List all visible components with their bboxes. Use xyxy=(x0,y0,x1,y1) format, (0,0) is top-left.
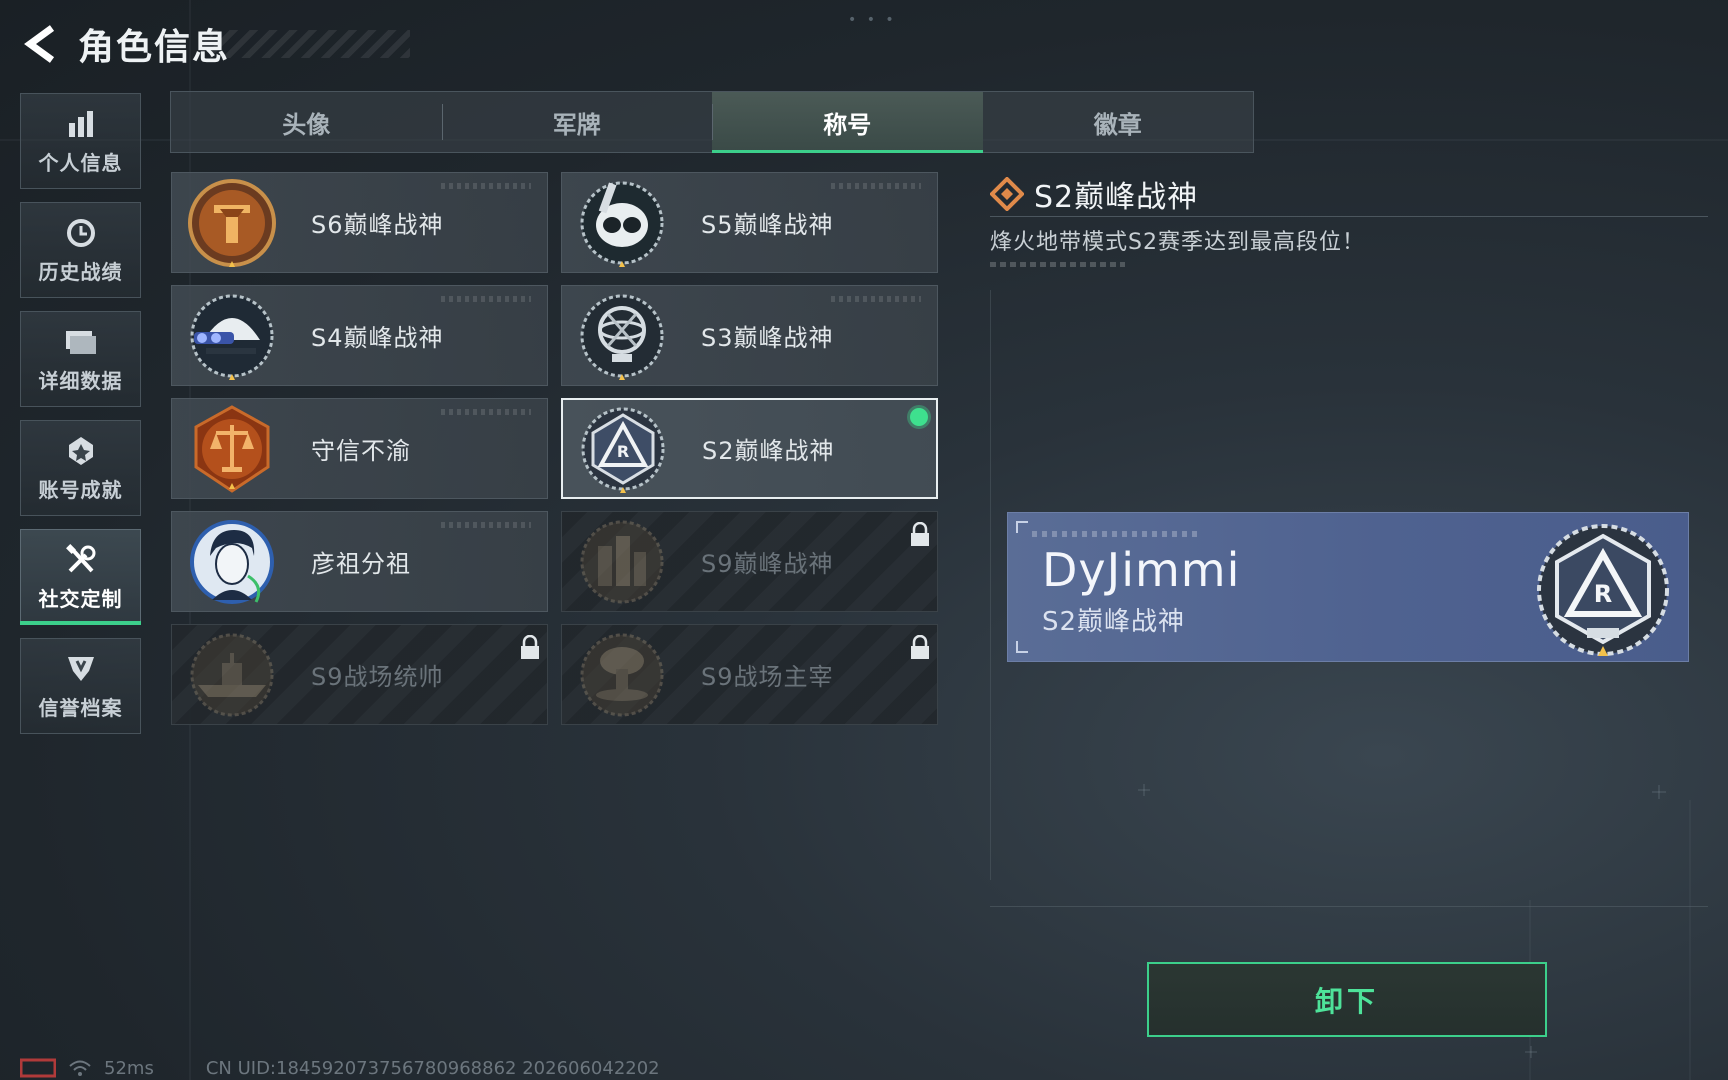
card-decoration xyxy=(441,183,531,189)
lock-icon xyxy=(911,522,929,546)
sidebar-item-label: 详细数据 xyxy=(38,368,123,393)
nameplate-preview: DyJimmi S2巅峰战神 R xyxy=(1007,512,1689,662)
back-button[interactable] xyxy=(20,22,60,66)
title-name: 守信不渝 xyxy=(311,437,411,465)
ping-text: 52ms xyxy=(104,1057,154,1079)
diamond-title-icon xyxy=(990,177,1024,211)
sidebar: 个人信息 历史战绩 详细数据 账号成就 社交定制 信誉档案 xyxy=(20,93,143,747)
title-card-s9-dominator[interactable]: S9战场主宰 xyxy=(561,624,938,725)
title-name: S4巅峰战神 xyxy=(311,324,444,352)
sidebar-item-achievements[interactable]: 账号成就 xyxy=(20,420,141,516)
description-decoration xyxy=(990,262,1125,267)
s4-badge-icon xyxy=(190,294,274,380)
back-arrow-icon xyxy=(24,25,55,63)
title-card-s9-commander[interactable]: S9战场统帅 xyxy=(171,624,548,725)
detail-divider xyxy=(990,216,1708,217)
scales-badge-icon xyxy=(194,404,270,493)
uid-text: CN UID:18459207375678096886​2 2026060422… xyxy=(205,1057,660,1079)
card-decoration xyxy=(441,522,531,528)
title-card-s5[interactable]: S5巅峰战神 xyxy=(561,172,938,273)
header: 角色信息 xyxy=(20,20,230,68)
sidebar-item-label: 信誉档案 xyxy=(38,695,123,720)
card-decoration xyxy=(831,183,921,189)
nameplate-title: S2巅峰战神 xyxy=(1042,607,1186,637)
sidebar-item-detail-data[interactable]: 详细数据 xyxy=(20,311,141,407)
s9-city-badge-icon xyxy=(580,520,664,603)
achievement-icon xyxy=(64,434,98,468)
sidebar-item-personal-info[interactable]: 个人信息 xyxy=(20,93,141,189)
s2-badge-icon: R xyxy=(581,407,665,493)
title-name: S6巅峰战神 xyxy=(311,211,444,239)
device-icon xyxy=(20,1058,56,1078)
sidebar-item-label: 账号成就 xyxy=(38,477,123,502)
tab-dog-tag[interactable]: 军牌 xyxy=(441,92,713,152)
title-card-s6[interactable]: S6巅峰战神 xyxy=(171,172,548,273)
credit-shield-icon xyxy=(64,652,98,686)
tools-icon xyxy=(64,543,98,577)
title-card-portrait[interactable]: 彦祖分祖 xyxy=(171,511,548,612)
tab-badge[interactable]: 徽章 xyxy=(983,92,1254,152)
sidebar-item-label: 个人信息 xyxy=(38,150,123,175)
folder-icon xyxy=(64,325,98,359)
status-bar: 52ms CN UID:18459207375678096886​2 20260… xyxy=(20,1056,660,1080)
title-stripes-decoration xyxy=(210,30,410,58)
svg-text:R: R xyxy=(1594,580,1612,608)
lock-icon xyxy=(911,635,929,659)
sidebar-item-label: 历史战绩 xyxy=(38,259,123,284)
title-card-trustworthy[interactable]: 守信不渝 xyxy=(171,398,548,499)
title-name: S3巅峰战神 xyxy=(701,324,834,352)
wifi-icon xyxy=(69,1060,91,1076)
page-title: 角色信息 xyxy=(78,27,231,68)
card-decoration xyxy=(831,296,921,302)
tab-avatar[interactable]: 头像 xyxy=(171,92,442,152)
detail-description: 烽火地带模式S2赛季达到最高段位！ xyxy=(990,230,1365,255)
sidebar-item-credit-record[interactable]: 信誉档案 xyxy=(20,638,141,734)
bottom-divider xyxy=(990,906,1708,907)
detail-header: S2巅峰战神 xyxy=(990,172,1198,216)
title-grid: S6巅峰战神 S5巅峰战神 S4巅峰战神 S3巅峰战神 守信不渝 R S2巅峰战… xyxy=(171,172,939,725)
title-name: S9战场主宰 xyxy=(701,663,834,691)
s9-ship-badge-icon xyxy=(190,633,274,716)
portrait-badge-icon xyxy=(190,519,274,604)
player-name: DyJimmi xyxy=(1042,543,1241,597)
equipped-indicator xyxy=(910,408,928,426)
category-tabs: 头像 军牌 称号 徽章 xyxy=(170,91,1254,153)
title-name: S9巅峰战神 xyxy=(701,550,834,578)
s9-nuke-badge-icon xyxy=(580,633,664,716)
s5-badge-icon xyxy=(580,181,664,267)
history-clock-icon xyxy=(64,216,98,250)
s2-badge-large-icon: R xyxy=(1537,524,1669,656)
svg-text:R: R xyxy=(617,442,629,461)
title-card-s3[interactable]: S3巅峰战神 xyxy=(561,285,938,386)
top-dots-decoration: • • • xyxy=(848,12,897,28)
sidebar-item-history[interactable]: 历史战绩 xyxy=(20,202,141,298)
s6-badge-icon xyxy=(188,178,276,267)
tab-title[interactable]: 称号 xyxy=(712,92,983,153)
title-card-s2[interactable]: R S2巅峰战神 xyxy=(561,398,938,499)
detail-title: S2巅峰战神 xyxy=(1034,180,1199,215)
corner-bracket xyxy=(1016,641,1028,653)
sidebar-item-label: 社交定制 xyxy=(38,586,123,611)
title-name: S2巅峰战神 xyxy=(702,437,835,465)
nameplate-decoration xyxy=(1032,531,1202,537)
title-name: S5巅峰战神 xyxy=(701,211,834,239)
title-card-s4[interactable]: S4巅峰战神 xyxy=(171,285,548,386)
card-decoration xyxy=(441,296,531,302)
bar-chart-icon xyxy=(64,107,98,141)
card-decoration xyxy=(441,409,531,415)
s3-badge-icon xyxy=(580,294,664,380)
corner-bracket xyxy=(1016,521,1028,533)
sidebar-item-social-custom[interactable]: 社交定制 xyxy=(20,529,141,625)
title-card-s9-peak[interactable]: S9巅峰战神 xyxy=(561,511,938,612)
title-name: S9战场统帅 xyxy=(311,663,444,691)
lock-icon xyxy=(521,635,539,659)
title-name: 彦祖分祖 xyxy=(311,550,411,578)
unequip-button[interactable]: 卸下 xyxy=(1147,962,1547,1037)
